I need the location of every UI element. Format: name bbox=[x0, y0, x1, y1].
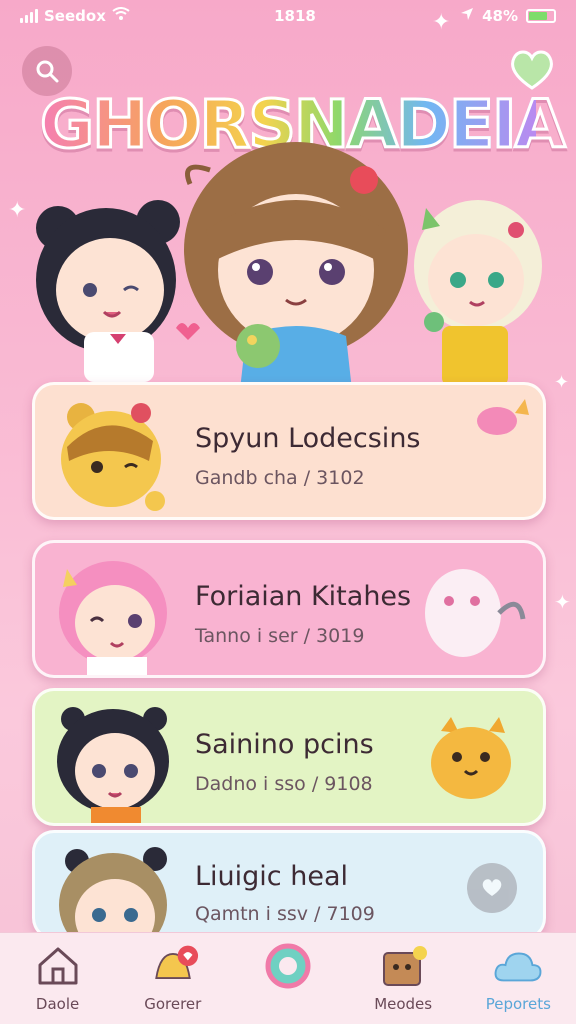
nav-item-modes[interactable]: Meodes bbox=[348, 943, 458, 1013]
pink-hair-girl-icon bbox=[59, 561, 167, 675]
location-arrow-icon bbox=[460, 7, 474, 25]
list-card-3[interactable]: Sainino pcins Dadno i sso / 9108 bbox=[32, 688, 546, 826]
list-card-1[interactable]: Spyun Lodecsins Gandb cha / 3102 bbox=[32, 382, 546, 520]
nav-item-notifications[interactable]: Gorerer bbox=[118, 943, 228, 1013]
card-subtitle: Tanno i ser / 3019 bbox=[195, 625, 365, 647]
nav-item-explore[interactable] bbox=[233, 943, 343, 995]
signal-icon bbox=[20, 9, 38, 23]
nav-label: Meodes bbox=[374, 995, 433, 1013]
carrier-label: Seedox bbox=[44, 7, 106, 25]
center-girl-character bbox=[184, 142, 408, 390]
box-icon bbox=[377, 943, 429, 989]
status-left: Seedox bbox=[20, 7, 130, 25]
nav-label: Peporets bbox=[485, 995, 551, 1013]
candy-icon bbox=[477, 399, 529, 435]
list-card-2[interactable]: Foriaian Kitahes Tanno i ser / 3019 bbox=[32, 540, 546, 678]
card-action-button[interactable] bbox=[467, 863, 517, 913]
home-icon bbox=[32, 943, 84, 989]
card-title: Sainino pcins bbox=[195, 729, 374, 760]
nav-label: Gorerer bbox=[144, 995, 202, 1013]
nav-item-home[interactable]: Daole bbox=[3, 943, 113, 1013]
cloud-icon bbox=[492, 943, 544, 989]
card-subtitle: Dadno i sso / 9108 bbox=[195, 773, 373, 795]
bear-character-icon bbox=[61, 403, 165, 511]
status-bar: Seedox 1818 48% bbox=[0, 0, 576, 32]
card-title: Foriaian Kitahes bbox=[195, 581, 412, 612]
battery-icon bbox=[526, 9, 556, 23]
bell-icon bbox=[147, 943, 199, 989]
card-title: Spyun Lodecsins bbox=[195, 423, 421, 454]
heart-icon bbox=[482, 879, 502, 896]
wifi-icon bbox=[112, 7, 130, 25]
sparkle-icon: ✦ bbox=[432, 10, 451, 35]
left-girl-character bbox=[36, 200, 180, 382]
small-heart-icon bbox=[176, 323, 200, 340]
world-icon bbox=[262, 943, 314, 989]
card-subtitle: Gandb cha / 3102 bbox=[195, 467, 365, 489]
status-right: 48% bbox=[460, 7, 556, 25]
status-time: 1818 bbox=[274, 7, 316, 25]
list-card-4[interactable]: Liuigic heal Qamtn i ssv / 7109 bbox=[32, 830, 546, 940]
brown-hair-girl-icon bbox=[59, 847, 167, 937]
card-subtitle: Qamtn i ssv / 7109 bbox=[195, 903, 375, 925]
hero-characters-illustration bbox=[36, 142, 542, 390]
black-hair-girl-icon bbox=[57, 707, 169, 823]
orange-cat-icon bbox=[431, 717, 511, 799]
nav-item-reports[interactable]: Peporets bbox=[463, 943, 573, 1013]
right-girl-character bbox=[414, 200, 542, 386]
search-icon bbox=[36, 60, 59, 83]
nav-label: Daole bbox=[35, 995, 80, 1013]
ghost-cat-icon bbox=[425, 569, 526, 657]
sparkle-icon: ✦ bbox=[554, 590, 571, 614]
battery-percent: 48% bbox=[482, 7, 518, 25]
card-title: Liuigic heal bbox=[195, 861, 348, 892]
bottom-nav: Daole Gorerer Meodes Peporets bbox=[0, 932, 576, 1024]
